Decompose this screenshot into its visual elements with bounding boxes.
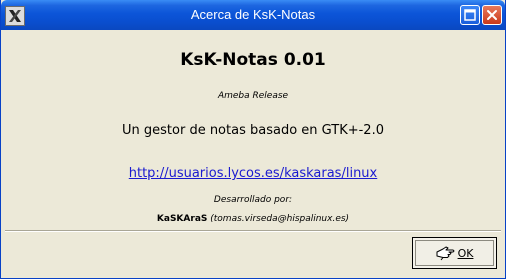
about-dialog: Acerca de KsK-Notas KsK-Notas 0.01 Ameba… <box>0 0 506 279</box>
website-link[interactable]: http://usuarios.lycos.es/kaskaras/linux <box>129 166 378 181</box>
maximize-icon <box>464 9 476 21</box>
close-icon <box>487 10 497 20</box>
ok-button-face: OK <box>415 240 494 266</box>
release-name: Ameba Release <box>217 91 289 101</box>
ok-hand-icon <box>436 246 455 261</box>
ok-button[interactable]: OK <box>412 237 497 269</box>
close-button[interactable] <box>482 5 502 25</box>
maximize-button[interactable] <box>460 5 480 25</box>
window-title: Acerca de KsK-Notas <box>190 7 316 22</box>
developed-by-label: Desarrollado por: <box>213 195 293 205</box>
separator <box>5 230 501 232</box>
ok-label: OK <box>457 246 474 260</box>
developer-email: (tomas.virseda@hispalinux.es) <box>210 214 350 224</box>
app-name: KsK-Notas 0.01 <box>180 50 326 70</box>
title-bar[interactable]: Acerca de KsK-Notas <box>1 0 505 30</box>
website-link-container: http://usuarios.lycos.es/kaskaras/linux <box>1 166 505 181</box>
app-description: Un gestor de notas basado en GTK+-2.0 <box>122 123 384 138</box>
developer-name: KaSKAraS <box>156 214 208 224</box>
developer-credit: KaSKAraS (tomas.virseda@hispalinux.es) <box>1 214 505 224</box>
